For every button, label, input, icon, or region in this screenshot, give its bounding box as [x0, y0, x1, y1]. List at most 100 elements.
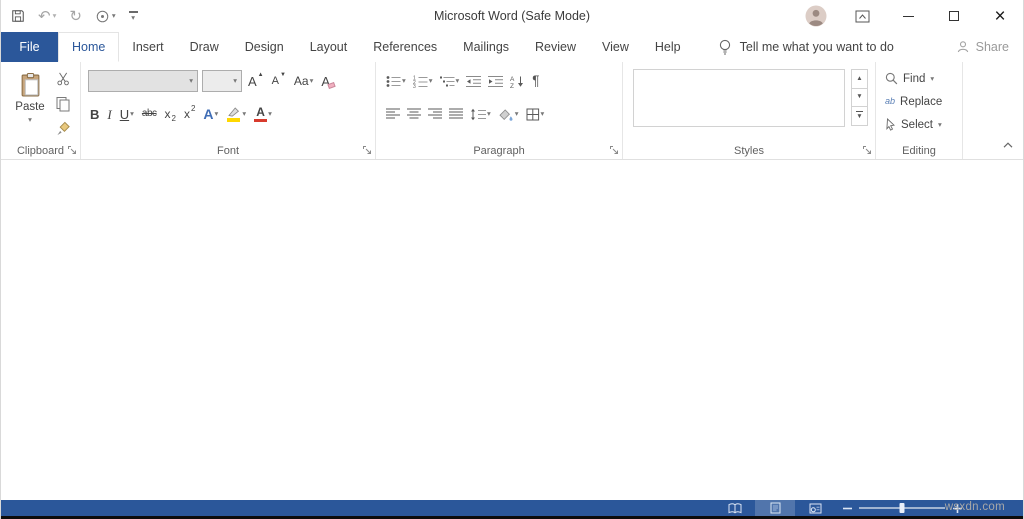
find-button[interactable]: Find ▾ [885, 68, 942, 89]
bold-letter: B [90, 106, 100, 122]
clear-formatting-button[interactable]: A [319, 70, 337, 92]
ribbon-display-options-button[interactable] [839, 0, 885, 32]
underline-dropdown-arrow[interactable]: ▾ [130, 110, 134, 118]
collapse-ribbon-button[interactable] [1002, 136, 1014, 154]
select-dropdown-arrow[interactable]: ▾ [938, 121, 942, 129]
paste-button[interactable]: Paste ▾ [8, 67, 52, 144]
paragraph-dialog-launcher[interactable] [608, 144, 619, 155]
grow-font-arrow-icon: ▲ [257, 72, 264, 78]
numbering-button[interactable]: 123 ▾ [411, 70, 435, 92]
justify-button[interactable] [447, 103, 465, 125]
align-center-button[interactable] [405, 103, 423, 125]
grow-font-button[interactable]: A ▲ [246, 70, 266, 92]
show-formatting-marks-button[interactable]: ¶ [530, 70, 541, 92]
touch-mouse-mode-button[interactable]: ▾ [95, 9, 116, 24]
align-left-button[interactable] [384, 103, 402, 125]
select-button[interactable]: Select ▾ [885, 114, 942, 135]
replace-button[interactable]: ab Replace [885, 91, 942, 112]
tell-me-label: Tell me what you want to do [739, 40, 894, 54]
styles-gallery[interactable] [633, 69, 845, 127]
minimize-button[interactable] [885, 0, 931, 32]
numbering-dropdown-arrow[interactable]: ▾ [429, 77, 433, 85]
web-layout-icon [809, 503, 821, 513]
font-name-dropdown-arrow[interactable]: ▾ [189, 77, 193, 85]
styles-more-button[interactable]: ▼ [851, 106, 868, 126]
styles-scroll-down-button[interactable]: ▼ [851, 87, 868, 107]
superscript-button[interactable]: x2 [182, 103, 197, 125]
svg-text:Z: Z [510, 83, 514, 88]
align-right-button[interactable] [426, 103, 444, 125]
font-color-button[interactable]: A ▾ [252, 103, 274, 125]
tab-insert[interactable]: Insert [119, 32, 176, 62]
shrink-font-button[interactable]: A ▼ [270, 70, 288, 92]
undo-dropdown-arrow[interactable]: ▾ [53, 12, 57, 20]
format-painter-button[interactable] [52, 119, 74, 138]
document-canvas[interactable] [1, 161, 1023, 499]
customize-qat-button[interactable]: ▾ [128, 10, 138, 22]
tab-home[interactable]: Home [58, 32, 120, 62]
subscript-button[interactable]: x2 [163, 103, 178, 125]
line-spacing-button[interactable]: ▾ [468, 103, 493, 125]
line-spacing-dropdown-arrow[interactable]: ▾ [487, 110, 491, 118]
dialog-launcher-icon [862, 145, 871, 154]
zoom-out-button[interactable] [835, 500, 859, 516]
decrease-indent-button[interactable] [464, 70, 483, 92]
cut-button[interactable] [52, 69, 74, 88]
highlight-dropdown-arrow[interactable]: ▾ [242, 110, 246, 118]
font-dialog-launcher[interactable] [361, 144, 372, 155]
font-color-dropdown-arrow[interactable]: ▾ [268, 110, 272, 118]
copy-button[interactable] [52, 94, 74, 113]
tab-design[interactable]: Design [232, 32, 297, 62]
watermark: wsxdn.com [944, 501, 1005, 513]
tab-layout[interactable]: Layout [297, 32, 361, 62]
tab-mailings[interactable]: Mailings [450, 32, 522, 62]
read-mode-button[interactable] [715, 500, 755, 516]
tab-file[interactable]: File [1, 32, 58, 62]
text-effects-dropdown-arrow[interactable]: ▾ [215, 110, 219, 118]
underline-button[interactable]: U ▾ [118, 103, 136, 125]
touch-mode-dropdown-arrow[interactable]: ▾ [112, 12, 116, 20]
tab-draw[interactable]: Draw [177, 32, 232, 62]
increase-indent-button[interactable] [486, 70, 505, 92]
font-name-combobox[interactable]: ▾ [88, 70, 198, 92]
tab-review[interactable]: Review [522, 32, 589, 62]
web-layout-button[interactable] [795, 500, 835, 516]
font-size-combobox[interactable]: ▾ [202, 70, 242, 92]
change-case-dropdown-arrow[interactable]: ▾ [310, 77, 314, 85]
borders-button[interactable]: ▾ [524, 103, 547, 125]
highlight-color-button[interactable]: ▾ [224, 103, 248, 125]
styles-scroll-up-button[interactable]: ▲ [851, 69, 868, 89]
paste-dropdown-arrow[interactable]: ▾ [28, 116, 32, 124]
redo-button[interactable]: ↻ [69, 9, 82, 24]
sort-button[interactable]: AZ [508, 70, 527, 92]
bullets-button[interactable]: ▾ [384, 70, 408, 92]
print-layout-button[interactable] [755, 500, 795, 516]
styles-dialog-launcher[interactable] [861, 144, 872, 155]
bold-button[interactable]: B [88, 103, 101, 125]
zoom-slider[interactable] [859, 500, 945, 516]
text-effects-button[interactable]: A ▾ [201, 103, 220, 125]
save-button[interactable] [11, 9, 25, 23]
account-button[interactable] [793, 0, 839, 32]
bullets-dropdown-arrow[interactable]: ▾ [402, 77, 406, 85]
close-button[interactable]: × [977, 0, 1023, 32]
change-case-button[interactable]: Aa ▾ [292, 70, 315, 92]
multilevel-dropdown-arrow[interactable]: ▾ [456, 77, 460, 85]
find-dropdown-arrow[interactable]: ▾ [930, 75, 934, 83]
undo-button[interactable]: ↶ ▾ [38, 9, 56, 24]
shading-dropdown-arrow[interactable]: ▾ [515, 110, 519, 118]
tab-help[interactable]: Help [642, 32, 694, 62]
maximize-button[interactable] [931, 0, 977, 32]
font-size-dropdown-arrow[interactable]: ▾ [233, 77, 237, 85]
tab-view[interactable]: View [589, 32, 642, 62]
tell-me-box[interactable]: Tell me what you want to do [718, 32, 894, 62]
tab-references[interactable]: References [360, 32, 450, 62]
shading-button[interactable]: ▾ [496, 103, 521, 125]
clipboard-dialog-launcher[interactable] [66, 144, 77, 155]
strikethrough-button[interactable]: abc [140, 103, 159, 125]
borders-dropdown-arrow[interactable]: ▾ [541, 110, 545, 118]
share-button[interactable]: Share [956, 32, 1009, 62]
italic-button[interactable]: I [105, 103, 113, 125]
multilevel-list-button[interactable]: ▾ [438, 70, 462, 92]
zoom-thumb[interactable] [899, 503, 905, 513]
